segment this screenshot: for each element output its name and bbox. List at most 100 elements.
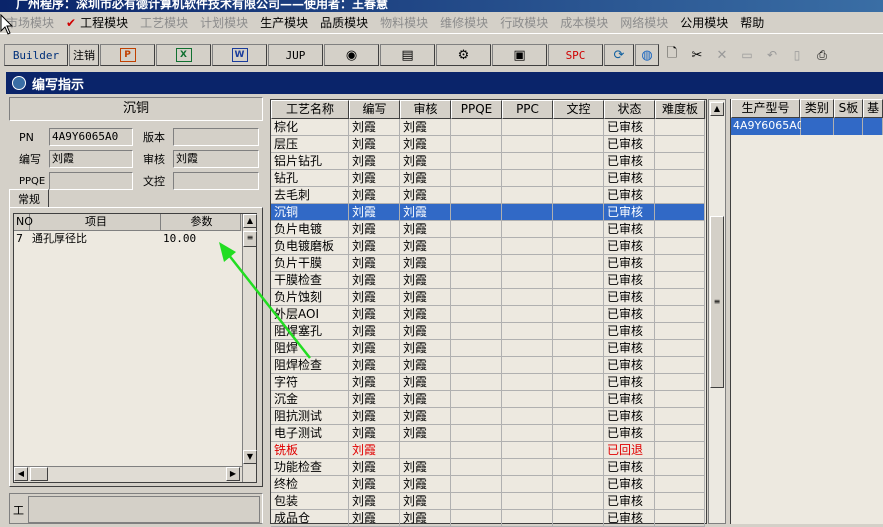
column-header[interactable]: 基 [863,99,883,118]
eye-button[interactable]: ◉ [324,44,379,66]
builder-button[interactable]: Builder [4,44,68,66]
hscroll-thumb[interactable] [30,467,48,481]
table-row[interactable]: 成品仓 刘霞 刘霞 已审核 [271,510,706,527]
bottom-field[interactable] [28,496,260,523]
col-param[interactable]: 参数 [161,214,241,231]
table-row[interactable]: 阻抗测试 刘霞 刘霞 已审核 [271,408,706,425]
table-row[interactable]: 阻焊塞孔 刘霞 刘霞 已审核 [271,323,706,340]
menu-item-3[interactable]: 计划模块 [194,14,254,31]
column-header[interactable]: S板 [833,99,864,118]
preview-button[interactable]: ▯ [785,44,809,66]
column-header[interactable]: PPQE [451,100,502,119]
scroll-down-icon[interactable]: ▼ [243,450,257,464]
table-row[interactable]: 4A9Y6065A0 [731,118,883,135]
doc-control-field[interactable] [173,172,259,190]
excel-button[interactable]: X [156,44,211,66]
column-header[interactable]: 审核 [400,100,451,119]
table-cell: 铣板 [271,442,349,459]
jup-button[interactable]: JUP [268,44,323,66]
table-row[interactable]: 去毛刺 刘霞 刘霞 已审核 [271,187,706,204]
table-row[interactable]: 铝片钻孔 刘霞 刘霞 已审核 [271,153,706,170]
scroll-right-icon[interactable]: ▶ [226,467,240,481]
table-row[interactable]: 层压 刘霞 刘霞 已审核 [271,136,706,153]
table-row[interactable]: 包装 刘霞 刘霞 已审核 [271,493,706,510]
column-header[interactable]: 工艺名称 [271,100,349,119]
writer-row: 编写 刘霞 [19,150,133,168]
writer-field[interactable]: 刘霞 [49,150,133,168]
column-header[interactable]: 编写 [349,100,400,119]
process-vscroll[interactable]: ▲ ≡ [708,99,726,524]
menu-item-10[interactable]: 网络模块 [614,14,674,31]
ppqe-field[interactable] [49,172,133,190]
cut-icon: ✂ [691,47,703,63]
column-header[interactable]: 生产型号 [731,99,801,118]
table-row[interactable]: 沉铜 刘霞 刘霞 已审核 [271,204,706,221]
table-row[interactable]: 钻孔 刘霞 刘霞 已审核 [271,170,706,187]
col-item[interactable]: 项目 [30,214,161,231]
scroll-up-icon[interactable]: ▲ [710,102,724,116]
scroll-thumb[interactable]: ≡ [243,231,257,247]
column-header[interactable]: 状态 [604,100,655,119]
table-row[interactable]: 负电镀磨板 刘霞 刘霞 已审核 [271,238,706,255]
table-cell [655,493,705,510]
spc-button[interactable]: SPC [548,44,603,66]
col-no[interactable]: NO [14,214,33,231]
computer-button[interactable]: ▣ [492,44,547,66]
ppt-button[interactable]: P [100,44,155,66]
param-vscroll[interactable]: ▲ ≡ ▼ [242,214,257,482]
table-row[interactable]: 负片电镀 刘霞 刘霞 已审核 [271,221,706,238]
menu-item-4[interactable]: 生产模块 [254,14,314,31]
word-button[interactable]: W [212,44,267,66]
table-row[interactable]: 字符 刘霞 刘霞 已审核 [271,374,706,391]
table-cell: 已审核 [604,187,655,204]
menu-item-5[interactable]: 品质模块 [314,14,374,31]
menu-item-1[interactable]: ✔ 工程模块 [60,14,134,31]
param-hscroll[interactable]: ◀ ▶ [14,466,242,482]
table-row[interactable]: 终检 刘霞 刘霞 已审核 [271,476,706,493]
scroll-left-icon[interactable]: ◀ [14,467,28,481]
column-header[interactable]: PPC [502,100,553,119]
tab-general[interactable]: 常规 [9,189,49,208]
table-row[interactable]: 沉金 刘霞 刘霞 已审核 [271,391,706,408]
menu-item-2[interactable]: 工艺模块 [134,14,194,31]
table-row[interactable]: 电子测试 刘霞 刘霞 已审核 [271,425,706,442]
reviewer-field[interactable]: 刘霞 [173,150,259,168]
table-row[interactable]: 功能检查 刘霞 刘霞 已审核 [271,459,706,476]
table-cell: 已审核 [604,408,655,425]
print-button[interactable]: ⎙ [810,44,834,66]
column-header[interactable]: 类别 [800,99,834,118]
scroll-up-icon[interactable]: ▲ [243,214,257,228]
column-header[interactable]: 难度板 [655,100,705,119]
table-row[interactable]: 负片干膜 刘霞 刘霞 已审核 [271,255,706,272]
refresh-button[interactable]: ⟳ [604,44,634,66]
table-row[interactable]: 外层AOI 刘霞 刘霞 已审核 [271,306,706,323]
menu-item-12[interactable]: 帮助 [734,14,770,31]
menu-item-6[interactable]: 物料模块 [374,14,434,31]
table-row[interactable]: 负片蚀刻 刘霞 刘霞 已审核 [271,289,706,306]
logout-button[interactable]: 注销 [69,44,99,66]
version-field[interactable] [173,128,259,146]
database-button[interactable]: ▤ [380,44,435,66]
network-button[interactable]: ⚙ [436,44,491,66]
table-row[interactable]: 铣板 刘霞 已回退 [271,442,706,459]
scroll-thumb[interactable]: ≡ [710,216,724,388]
column-header[interactable]: 文控 [553,100,604,119]
menu-item-label: 帮助 [740,16,765,30]
menu-item-label: 工程模块 [80,16,129,30]
table-row[interactable]: 7 通孔厚径比 10.00 [14,231,256,248]
menu-item-9[interactable]: 成本模块 [554,14,614,31]
menu-item-8[interactable]: 行政模块 [494,14,554,31]
menu-item-7[interactable]: 维修模块 [434,14,494,31]
table-row[interactable]: 阻焊检查 刘霞 刘霞 已审核 [271,357,706,374]
pn-field[interactable]: 4A9Y6065A0 [49,128,133,146]
table-row[interactable]: 干膜检查 刘霞 刘霞 已审核 [271,272,706,289]
globe-button[interactable]: ◍ [635,44,659,66]
new-button[interactable]: 🗋 [660,44,684,66]
table-row[interactable]: 棕化 刘霞 刘霞 已审核 [271,119,706,136]
undo-button[interactable]: ↶ [760,44,784,66]
save-button[interactable]: ▭ [735,44,759,66]
menu-item-11[interactable]: 公用模块 [674,14,734,31]
table-row[interactable]: 阻焊 刘霞 刘霞 已审核 [271,340,706,357]
cut-button[interactable]: ✂ [685,44,709,66]
delete-button[interactable]: ✕ [710,44,734,66]
